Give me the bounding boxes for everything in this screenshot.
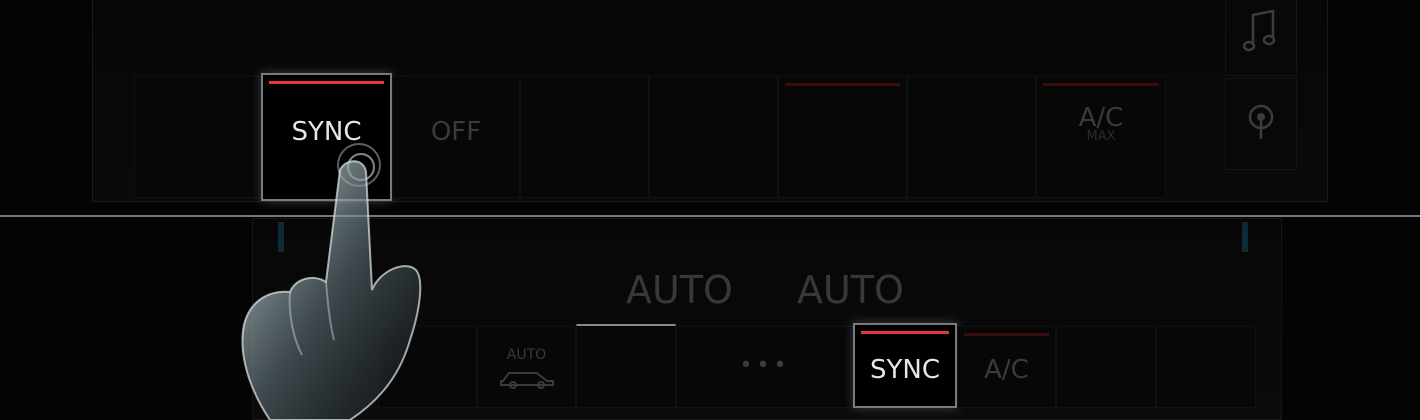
auto-temp-right: AUTO xyxy=(797,268,904,312)
lower-ac-label: A/C xyxy=(984,355,1029,385)
lower-more-button[interactable]: ••• xyxy=(676,326,854,408)
auto-temp-left: AUTO xyxy=(626,268,733,312)
panel-divider-line xyxy=(0,215,1420,217)
climate-control-scene: SYNC OFF A/C MAX AUTO AUTO AUTO ••• SYNC… xyxy=(0,0,1420,420)
lower-ac-indicator xyxy=(964,333,1049,336)
auto-car-label: AUTO xyxy=(506,347,547,363)
lower-blank-button-4[interactable] xyxy=(1156,326,1256,408)
car-recirculation-icon xyxy=(499,372,554,389)
lower-ac-button[interactable]: A/C xyxy=(957,326,1056,408)
upper-blank-button-3[interactable] xyxy=(649,76,778,198)
media-button[interactable] xyxy=(1225,0,1297,76)
lower-blank-button-2[interactable] xyxy=(576,324,676,408)
more-dots-label: ••• xyxy=(739,353,791,378)
upper-button-4-indicator xyxy=(785,83,900,86)
lower-sync-label: SYNC xyxy=(870,355,940,385)
upper-blank-button-2[interactable] xyxy=(520,76,649,198)
sync-active-indicator xyxy=(269,81,384,84)
navigation-pin-icon xyxy=(1248,104,1274,139)
upper-blank-button-4[interactable] xyxy=(778,76,907,198)
lower-sync-button[interactable]: SYNC xyxy=(853,323,957,408)
navigation-button[interactable] xyxy=(1225,78,1297,170)
right-edge-light xyxy=(1242,222,1248,252)
lower-sync-active-indicator xyxy=(861,331,949,334)
ac-max-sublabel: MAX xyxy=(1086,129,1116,144)
ac-max-indicator xyxy=(1043,83,1159,86)
upper-blank-button-5[interactable] xyxy=(907,76,1036,198)
lower-blank-button-3[interactable] xyxy=(1056,326,1156,408)
pointing-hand-icon xyxy=(241,160,422,420)
music-note-icon xyxy=(1242,9,1276,52)
upper-ac-max-button[interactable]: A/C MAX xyxy=(1036,76,1166,198)
lower-auto-car-button[interactable]: AUTO xyxy=(477,326,576,408)
